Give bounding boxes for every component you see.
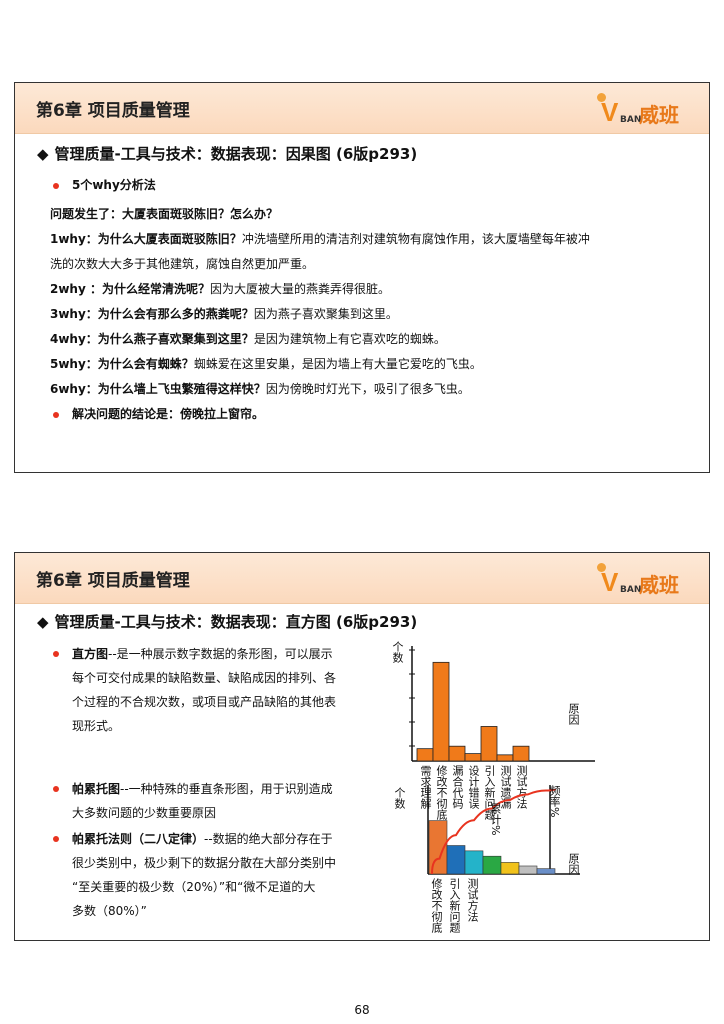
rule-desc-line3: “至关重要的极少数（20%）”和“微不足道的大 [72, 880, 316, 894]
why1-question: 1why：为什么大厦表面斑驳陈旧？ [50, 232, 242, 246]
why2-question: 2why ：为什么经常清洗呢？ [50, 282, 210, 296]
pareto-category-label: 测试方法 [466, 878, 479, 922]
conclusion-line: 解决问题的结论是：傍晚拉上窗帘。 [72, 407, 265, 421]
bullet-dot-icon [53, 651, 59, 657]
pareto-ylabel: 个数 [393, 787, 406, 809]
brand-logo: V BAN 威班 [595, 560, 687, 598]
why3-answer: 因为燕子喜欢聚集到这里。 [253, 307, 398, 321]
hist-bar [432, 661, 450, 762]
pareto-term: 帕累托图 [72, 782, 121, 796]
slide-header: 第6章 项目质量管理 V BAN 威班 [15, 83, 709, 134]
why4-line: 4why：为什么燕子喜欢聚集到这里？是因为建筑物上有它喜欢吃的蜘蛛。 [50, 330, 446, 348]
why5-answer: 蜘蛛爱在这里安巢，是因为墙上有大量它爱吃的飞虫。 [193, 357, 482, 371]
why5-line: 5why：为什么会有蜘蛛？蜘蛛爱在这里安巢，是因为墙上有大量它爱吃的飞虫。 [50, 355, 482, 373]
why6-line: 6why：为什么墙上飞虫繁殖得这样快？因为傍晚时灯光下，吸引了很多飞虫。 [50, 380, 470, 398]
pareto-desc-line1: 帕累托图--一种特殊的垂直条形图，用于识别造成 [72, 777, 333, 801]
rule-term: 帕累托法则（二八定律） [72, 832, 205, 846]
diamond-bullet-icon: ◆ [37, 145, 49, 163]
page-number: 68 [354, 1003, 370, 1017]
why4-question: 4why：为什么燕子喜欢聚集到这里？ [50, 332, 254, 346]
histogram-desc-1: --是一种展示数字数据的条形图，可以展示 [108, 647, 333, 661]
pareto-bar [482, 855, 502, 875]
why3-question: 3why：为什么会有那么多的燕粪呢？ [50, 307, 254, 321]
logo-text: 威班 [639, 573, 679, 597]
why2-line: 2why ：为什么经常清洗呢？因为大厦被大量的燕粪弄得很脏。 [50, 280, 390, 298]
subtitle-text: 管理质量-工具与技术：数据表现：直方图 (6版p293) [54, 613, 418, 631]
why1-line-2: 洗的次数大大多于其他建筑，腐蚀自然更加严重。 [50, 257, 315, 271]
brand-logo: V BAN 威班 [595, 90, 687, 128]
why6-answer: 因为傍晚时灯光下，吸引了很多飞虫。 [265, 382, 470, 396]
pareto-bar [500, 862, 520, 875]
chapter-title: 第6章 项目质量管理 [36, 101, 190, 121]
chapter-title: 第6章 项目质量管理 [36, 571, 190, 591]
pareto-bar [536, 868, 556, 875]
hist-bar [416, 748, 434, 762]
bullet-5why: 5个why分析法 [72, 178, 156, 192]
bullet-dot-icon [53, 183, 59, 189]
why2-answer: 因为大厦被大量的燕粪弄得很脏。 [209, 282, 390, 296]
pareto-desc-1: --一种特殊的垂直条形图，用于识别造成 [120, 782, 333, 796]
logo-v-icon: V [601, 567, 619, 597]
slide-cause-effect: 第6章 项目质量管理 V BAN 威班 ◆ 管理质量-工具与技术：数据表现：因果图… [14, 82, 710, 473]
slide-subtitle: ◆ 管理质量-工具与技术：数据表现：直方图 (6版p293) [37, 611, 417, 632]
pareto-bar [464, 850, 484, 875]
logo-text: 威班 [639, 103, 679, 127]
histogram-desc: 直方图--是一种展示数字数据的条形图，可以展示 每个可交付成果的缺陷数量、缺陷成… [72, 642, 336, 738]
why5-question: 5why：为什么会有蜘蛛？ [50, 357, 194, 371]
rule-desc-1: --数据的绝大部分存在于 [204, 832, 333, 846]
pareto-y2label: 频率% [548, 785, 561, 818]
hist-bar [480, 726, 498, 762]
histogram-desc-line1: 直方图--是一种展示数字数据的条形图，可以展示 [72, 642, 336, 666]
rule-desc-line4: 多数（80%）” [72, 904, 147, 918]
pareto-curve-label: 累计% [489, 803, 502, 836]
pareto-category-label: 引入新问题 [448, 878, 461, 933]
pareto-rule-desc: 帕累托法则（二八定律）--数据的绝大部分存在于 很少类别中，极少剩下的数据分散在… [72, 827, 336, 923]
subtitle-text: 管理质量-工具与技术：数据表现：因果图 (6版p293) [54, 145, 418, 163]
why4-answer: 是因为建筑物上有它喜欢吃的蜘蛛。 [253, 332, 446, 346]
hist-ylabel: 个数 [391, 641, 404, 663]
hist-bar [496, 754, 514, 762]
slide-subtitle: ◆ 管理质量-工具与技术：数据表现：因果图 (6版p293) [37, 143, 417, 164]
pareto-xlabel: 原因 [567, 853, 580, 875]
hist-bar [464, 753, 482, 762]
rule-desc-line2: 很少类别中，极少剩下的数据分散在大部分类别中 [72, 856, 337, 870]
pareto-category-label: 修改不彻底 [430, 878, 443, 933]
histogram-term: 直方图 [72, 647, 109, 661]
histogram-desc-line3: 个过程的不合规次数，或项目或产品缺陷的其他表 [72, 695, 337, 709]
bullet-dot-icon [53, 786, 59, 792]
logo-v-icon: V [601, 97, 619, 127]
why1-answer: 冲洗墙壁所用的清洁剂对建筑物有腐蚀作用，该大厦墙壁每年被冲 [241, 232, 590, 246]
histogram-desc-line2: 每个可交付成果的缺陷数量、缺陷成因的排列、各 [72, 671, 337, 685]
why6-question: 6why：为什么墙上飞虫繁殖得这样快？ [50, 382, 266, 396]
slide-histogram: 第6章 项目质量管理 V BAN 威班 ◆ 管理质量-工具与技术：数据表现：直方图… [14, 552, 710, 941]
why3-line: 3why：为什么会有那么多的燕粪呢？因为燕子喜欢聚集到这里。 [50, 305, 398, 323]
bullet-dot-icon [53, 836, 59, 842]
question-line: 问题发生了：大厦表面斑驳陈旧？怎么办？ [50, 207, 279, 221]
histogram-desc-line4: 现形式。 [72, 719, 121, 733]
slide-header: 第6章 项目质量管理 V BAN 威班 [15, 553, 709, 604]
pareto-desc-line2: 大多数问题的少数重要原因 [72, 806, 217, 820]
pareto-bar [446, 845, 466, 875]
hist-bar [448, 745, 466, 762]
why1-line: 1why：为什么大厦表面斑驳陈旧？冲洗墙壁所用的清洁剂对建筑物有腐蚀作用，该大厦… [50, 230, 590, 248]
hist-bar [512, 745, 530, 762]
pareto-desc: 帕累托图--一种特殊的垂直条形图，用于识别造成 大多数问题的少数重要原因 [72, 777, 333, 825]
bullet-dot-icon [53, 412, 59, 418]
rule-desc-line1: 帕累托法则（二八定律）--数据的绝大部分存在于 [72, 827, 336, 851]
diamond-bullet-icon: ◆ [37, 613, 49, 631]
pareto-bar [518, 865, 538, 875]
hist-xlabel: 原因 [567, 703, 580, 725]
